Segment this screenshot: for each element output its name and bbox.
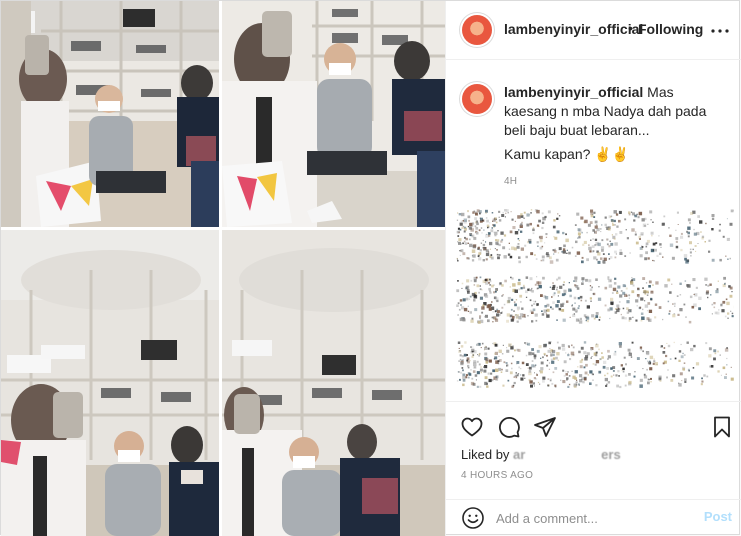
collage-photo-bottom-right — [222, 230, 445, 536]
caption-timestamp[interactable]: 4h — [504, 176, 517, 187]
emoji-smile-icon[interactable] — [461, 506, 485, 530]
comment-bubble-icon[interactable] — [497, 415, 521, 439]
header-separator: • — [628, 20, 633, 36]
post-comment-button[interactable]: Post — [704, 509, 732, 524]
post-sidebar: lambenyinyir_official • Following lamben… — [445, 1, 741, 536]
liked-by: Liked by ar ers — [461, 447, 621, 462]
avatar[interactable] — [462, 15, 492, 45]
collage-photo-top-left — [1, 1, 219, 227]
post-header: lambenyinyir_official • Following — [446, 1, 741, 60]
post-caption: lambenyinyir_official Mas kaesang n mba … — [446, 60, 741, 200]
comment-input[interactable] — [496, 508, 686, 528]
collage-photo-top-right — [222, 1, 445, 227]
collage-divider-vertical — [219, 1, 222, 536]
more-horizontal-icon[interactable] — [708, 19, 732, 43]
bookmark-icon[interactable] — [710, 415, 734, 439]
instagram-post: lambenyinyir_official • Following lamben… — [0, 0, 741, 536]
obscured-comments-noise — [456, 209, 734, 389]
caption-second-line: Kamu kapan? ✌️✌️ — [504, 146, 630, 162]
add-comment-bar: Post — [446, 499, 741, 536]
liked-by-prefix: Liked by — [461, 447, 510, 462]
liked-by-names[interactable]: ar ers — [513, 447, 621, 462]
collage-divider-horizontal — [1, 227, 445, 230]
post-actions: Liked by ar ers 4 HOURS AGO — [446, 401, 741, 499]
caption-body: lambenyinyir_official Mas kaesang n mba … — [504, 83, 726, 140]
comments-list-obscured — [456, 201, 734, 391]
heart-icon[interactable] — [460, 415, 484, 439]
caption-avatar[interactable] — [462, 84, 492, 114]
post-photo-collage[interactable] — [1, 1, 445, 536]
following-button[interactable]: Following — [638, 21, 703, 37]
header-username[interactable]: lambenyinyir_official — [504, 21, 643, 37]
collage-photo-bottom-left — [1, 230, 219, 536]
paper-plane-icon[interactable] — [533, 415, 557, 439]
caption-username[interactable]: lambenyinyir_official — [504, 84, 643, 100]
post-timestamp[interactable]: 4 HOURS AGO — [461, 470, 533, 481]
